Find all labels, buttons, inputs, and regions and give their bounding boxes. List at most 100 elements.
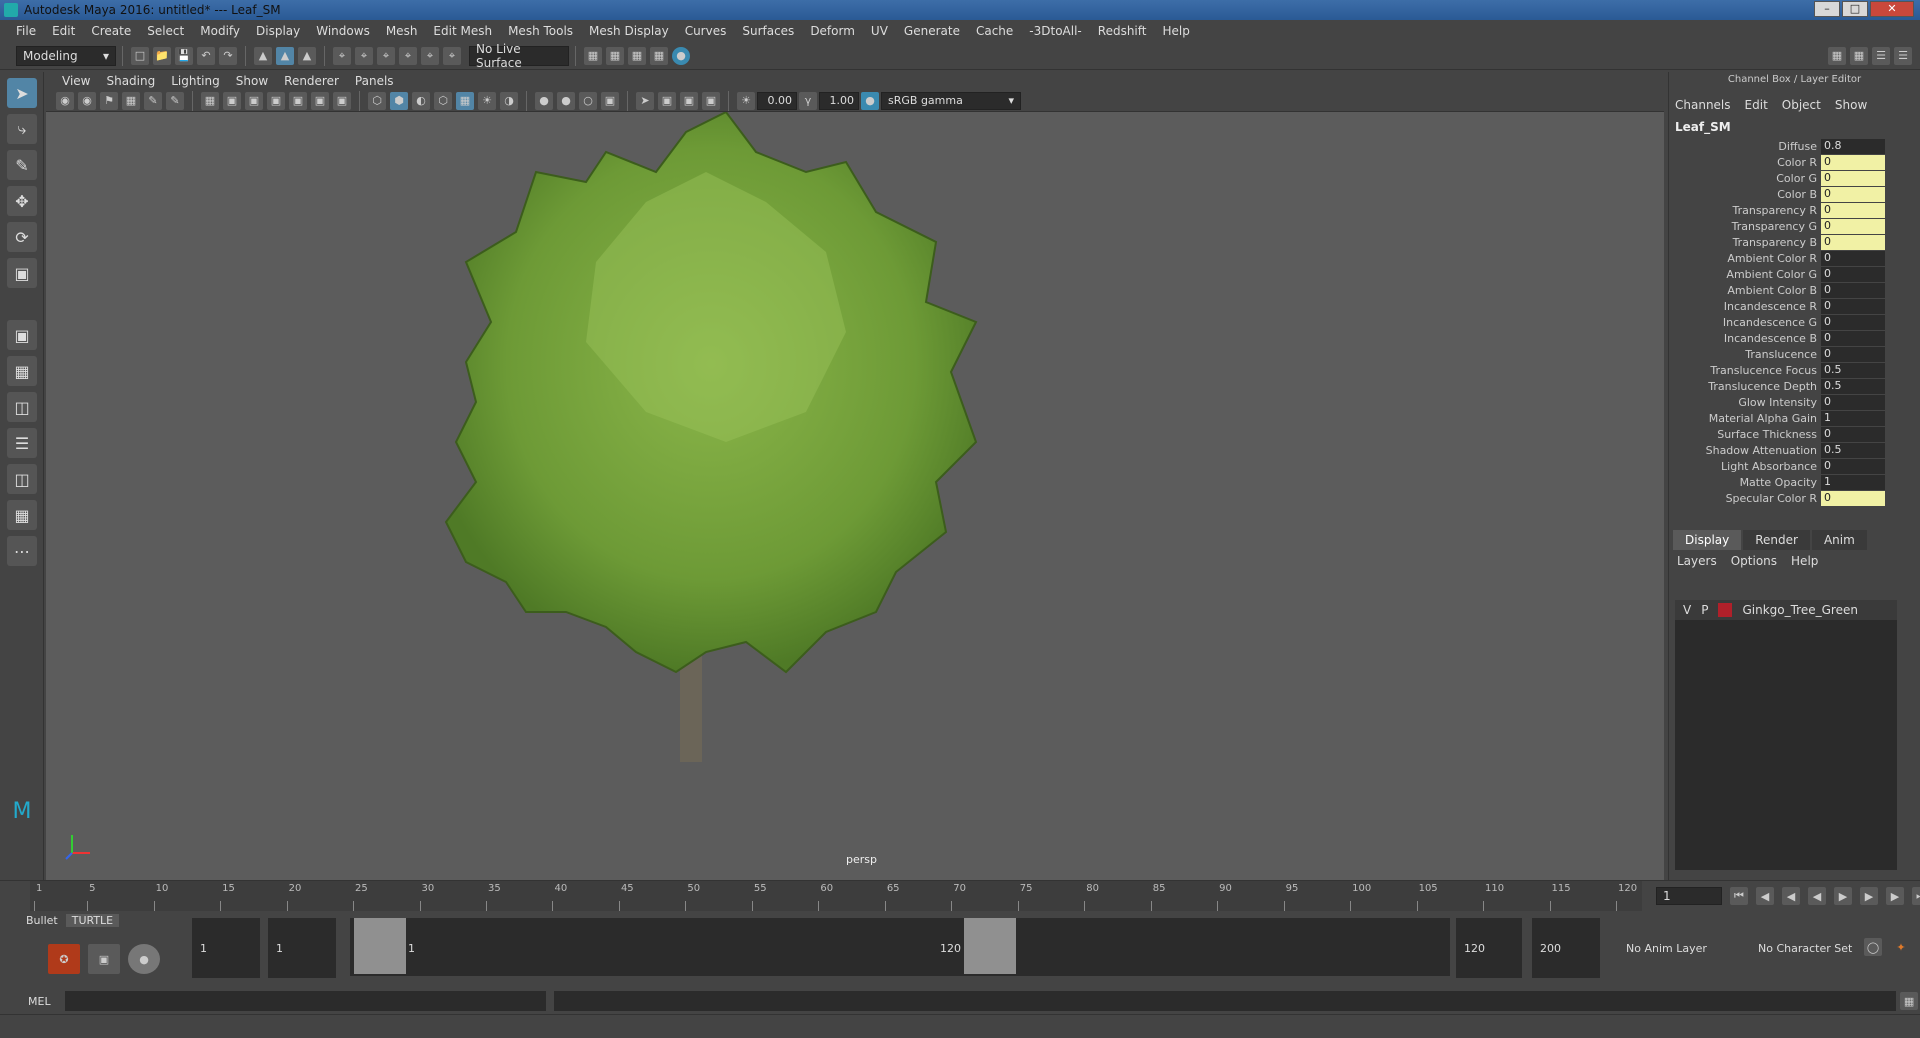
close-button[interactable]: ✕ [1870, 1, 1914, 17]
channel-label[interactable]: Transparency G [1669, 220, 1821, 233]
open-scene-icon[interactable]: 📁 [153, 46, 171, 65]
channel-row[interactable]: Transparency G0 [1669, 218, 1899, 234]
channel-row[interactable]: Matte Opacity 1 [1669, 474, 1899, 490]
character-set-dropdown[interactable]: No Character Set [1758, 942, 1852, 955]
textured-icon[interactable]: ▦ [456, 91, 474, 110]
film-gate-icon[interactable]: ▣ [223, 91, 241, 110]
command-language-label[interactable]: MEL [28, 995, 51, 1008]
vp-menu-renderer[interactable]: Renderer [276, 74, 347, 88]
channel-label[interactable]: Color G [1669, 172, 1821, 185]
vp-menu-lighting[interactable]: Lighting [163, 74, 228, 88]
channel-value-field[interactable]: 0 [1821, 170, 1885, 186]
channel-box-icon[interactable]: ☰ [1894, 46, 1912, 65]
snap-live-icon[interactable]: ⌖ [443, 46, 461, 65]
grid-icon[interactable]: ▦ [201, 91, 219, 110]
render-shelf-icon[interactable]: ▣ [88, 944, 120, 974]
channel-row[interactable]: Diffuse 0.8 [1669, 138, 1899, 154]
field-chart-icon[interactable]: ▣ [289, 91, 307, 110]
layout-icon[interactable]: ▦ [1828, 46, 1846, 65]
channel-row[interactable]: Shadow Attenuation 0.5 [1669, 442, 1899, 458]
channel-row[interactable]: Ambient Color R0 [1669, 250, 1899, 266]
step-forward-frame-icon[interactable]: ▶ [1860, 887, 1878, 905]
channel-row[interactable]: Surface Thickness 0 [1669, 426, 1899, 442]
cb-menu-object[interactable]: Object [1782, 98, 1821, 112]
channel-row[interactable]: Ambient Color G0 [1669, 266, 1899, 282]
channel-value-field[interactable]: 0 [1821, 250, 1885, 266]
outliner-layout-icon[interactable]: ☰ [7, 428, 37, 458]
channel-row[interactable]: Light Absorbance 0 [1669, 458, 1899, 474]
save-scene-icon[interactable]: 💾 [175, 46, 193, 65]
selected-object-name[interactable]: Leaf_SM [1669, 116, 1920, 138]
step-back-frame-icon[interactable]: ◀ [1782, 887, 1800, 905]
menu-edit-mesh[interactable]: Edit Mesh [425, 24, 500, 38]
view-transform-dropdown[interactable]: sRGB gamma ▾ [881, 91, 1021, 110]
hypershade-layout-icon[interactable]: ▦ [7, 500, 37, 530]
vp-menu-view[interactable]: View [54, 74, 98, 88]
move-tool-icon[interactable]: ✥ [7, 186, 37, 216]
side-layout-icon[interactable]: ◫ [7, 392, 37, 422]
color-management-icon[interactable]: ● [861, 91, 879, 110]
channel-row[interactable]: Incandescence R0 [1669, 298, 1899, 314]
gamma-field[interactable]: 1.00 [819, 91, 859, 110]
render-view-icon[interactable]: ▦ [650, 46, 668, 65]
channel-value-field[interactable]: 0 [1821, 330, 1885, 346]
channel-label[interactable]: Light Absorbance [1669, 460, 1821, 473]
preferences-run-icon[interactable]: ✦ [1892, 938, 1910, 956]
fire-shelf-icon[interactable]: ✪ [48, 944, 80, 974]
gate-mask-icon[interactable]: ▣ [267, 91, 285, 110]
exposure-field[interactable]: 0.00 [757, 91, 797, 110]
xray-joints-icon[interactable]: ▣ [680, 91, 698, 110]
channel-label[interactable]: Transparency B [1669, 236, 1821, 249]
tab-render[interactable]: Render [1743, 530, 1810, 550]
channel-label[interactable]: Glow Intensity [1669, 396, 1821, 409]
undo-icon[interactable]: ↶ [197, 46, 215, 65]
isolate-select-icon[interactable]: ➤ [636, 91, 654, 110]
new-scene-icon[interactable]: □ [131, 46, 149, 65]
play-backward-icon[interactable]: ◀ [1808, 887, 1826, 905]
range-end-handle[interactable] [964, 918, 1016, 974]
channel-label[interactable]: Translucence Focus [1669, 364, 1821, 377]
auto-key-icon[interactable]: ◯ [1864, 938, 1882, 956]
screen-space-ao-icon[interactable]: ● [535, 91, 553, 110]
vp-menu-panels[interactable]: Panels [347, 74, 402, 88]
ginkgo-tree-model[interactable] [46, 112, 1664, 880]
camera-icon[interactable]: ◉ [56, 91, 74, 110]
channel-label[interactable]: Diffuse [1669, 140, 1821, 153]
menu-windows[interactable]: Windows [308, 24, 378, 38]
menu-select[interactable]: Select [139, 24, 192, 38]
channel-value-field[interactable]: 0.5 [1821, 378, 1885, 394]
channel-label[interactable]: Specular Color R [1669, 492, 1821, 505]
end-time-field[interactable]: 200 [1532, 918, 1600, 978]
menu-surfaces[interactable]: Surfaces [734, 24, 802, 38]
vp-menu-show[interactable]: Show [228, 74, 276, 88]
channel-label[interactable]: Matte Opacity [1669, 476, 1821, 489]
select-object-icon[interactable]: ▲ [276, 46, 294, 65]
time-ruler[interactable]: 1 5 10 15 20 25 30 35 40 45 50 55 60 65 70 75 80 85 90 95 10… [30, 881, 1642, 911]
menu-help[interactable]: Help [1154, 24, 1197, 38]
channel-label[interactable]: Transparency R [1669, 204, 1821, 217]
shelf-tab-turtle[interactable]: TURTLE [65, 914, 120, 927]
anti-aliasing-icon[interactable]: ○ [579, 91, 597, 110]
menu-curves[interactable]: Curves [677, 24, 735, 38]
current-frame-field[interactable]: 1 [1656, 887, 1722, 905]
channel-row[interactable]: Incandescence B0 [1669, 330, 1899, 346]
render-settings-icon[interactable]: ▦ [584, 46, 602, 65]
wireframe-on-shaded-icon[interactable]: ⬡ [434, 91, 452, 110]
outliner-icon[interactable]: ☰ [1872, 46, 1890, 65]
playback-start-field[interactable]: 1 [268, 918, 336, 978]
channel-value-field[interactable]: 0 [1821, 314, 1885, 330]
channel-value-field[interactable]: 0 [1821, 298, 1885, 314]
ipr-render-icon[interactable]: ▦ [628, 46, 646, 65]
minimize-button[interactable]: – [1814, 1, 1840, 17]
shadows-icon[interactable]: ◑ [500, 91, 518, 110]
channel-label[interactable]: Incandescence B [1669, 332, 1821, 345]
depth-of-field-icon[interactable]: ▣ [601, 91, 619, 110]
select-hierarchy-icon[interactable]: ▲ [254, 46, 272, 65]
channel-value-field[interactable]: 0 [1821, 490, 1885, 506]
channel-label[interactable]: Ambient Color B [1669, 284, 1821, 297]
mode-dropdown[interactable]: Modeling ▾ [16, 45, 116, 66]
default-material-icon[interactable]: ◐ [412, 91, 430, 110]
cb-menu-edit[interactable]: Edit [1745, 98, 1768, 112]
snap-grid-icon[interactable]: ⌖ [333, 46, 351, 65]
menu-3dtoall[interactable]: -3DtoAll- [1021, 24, 1089, 38]
